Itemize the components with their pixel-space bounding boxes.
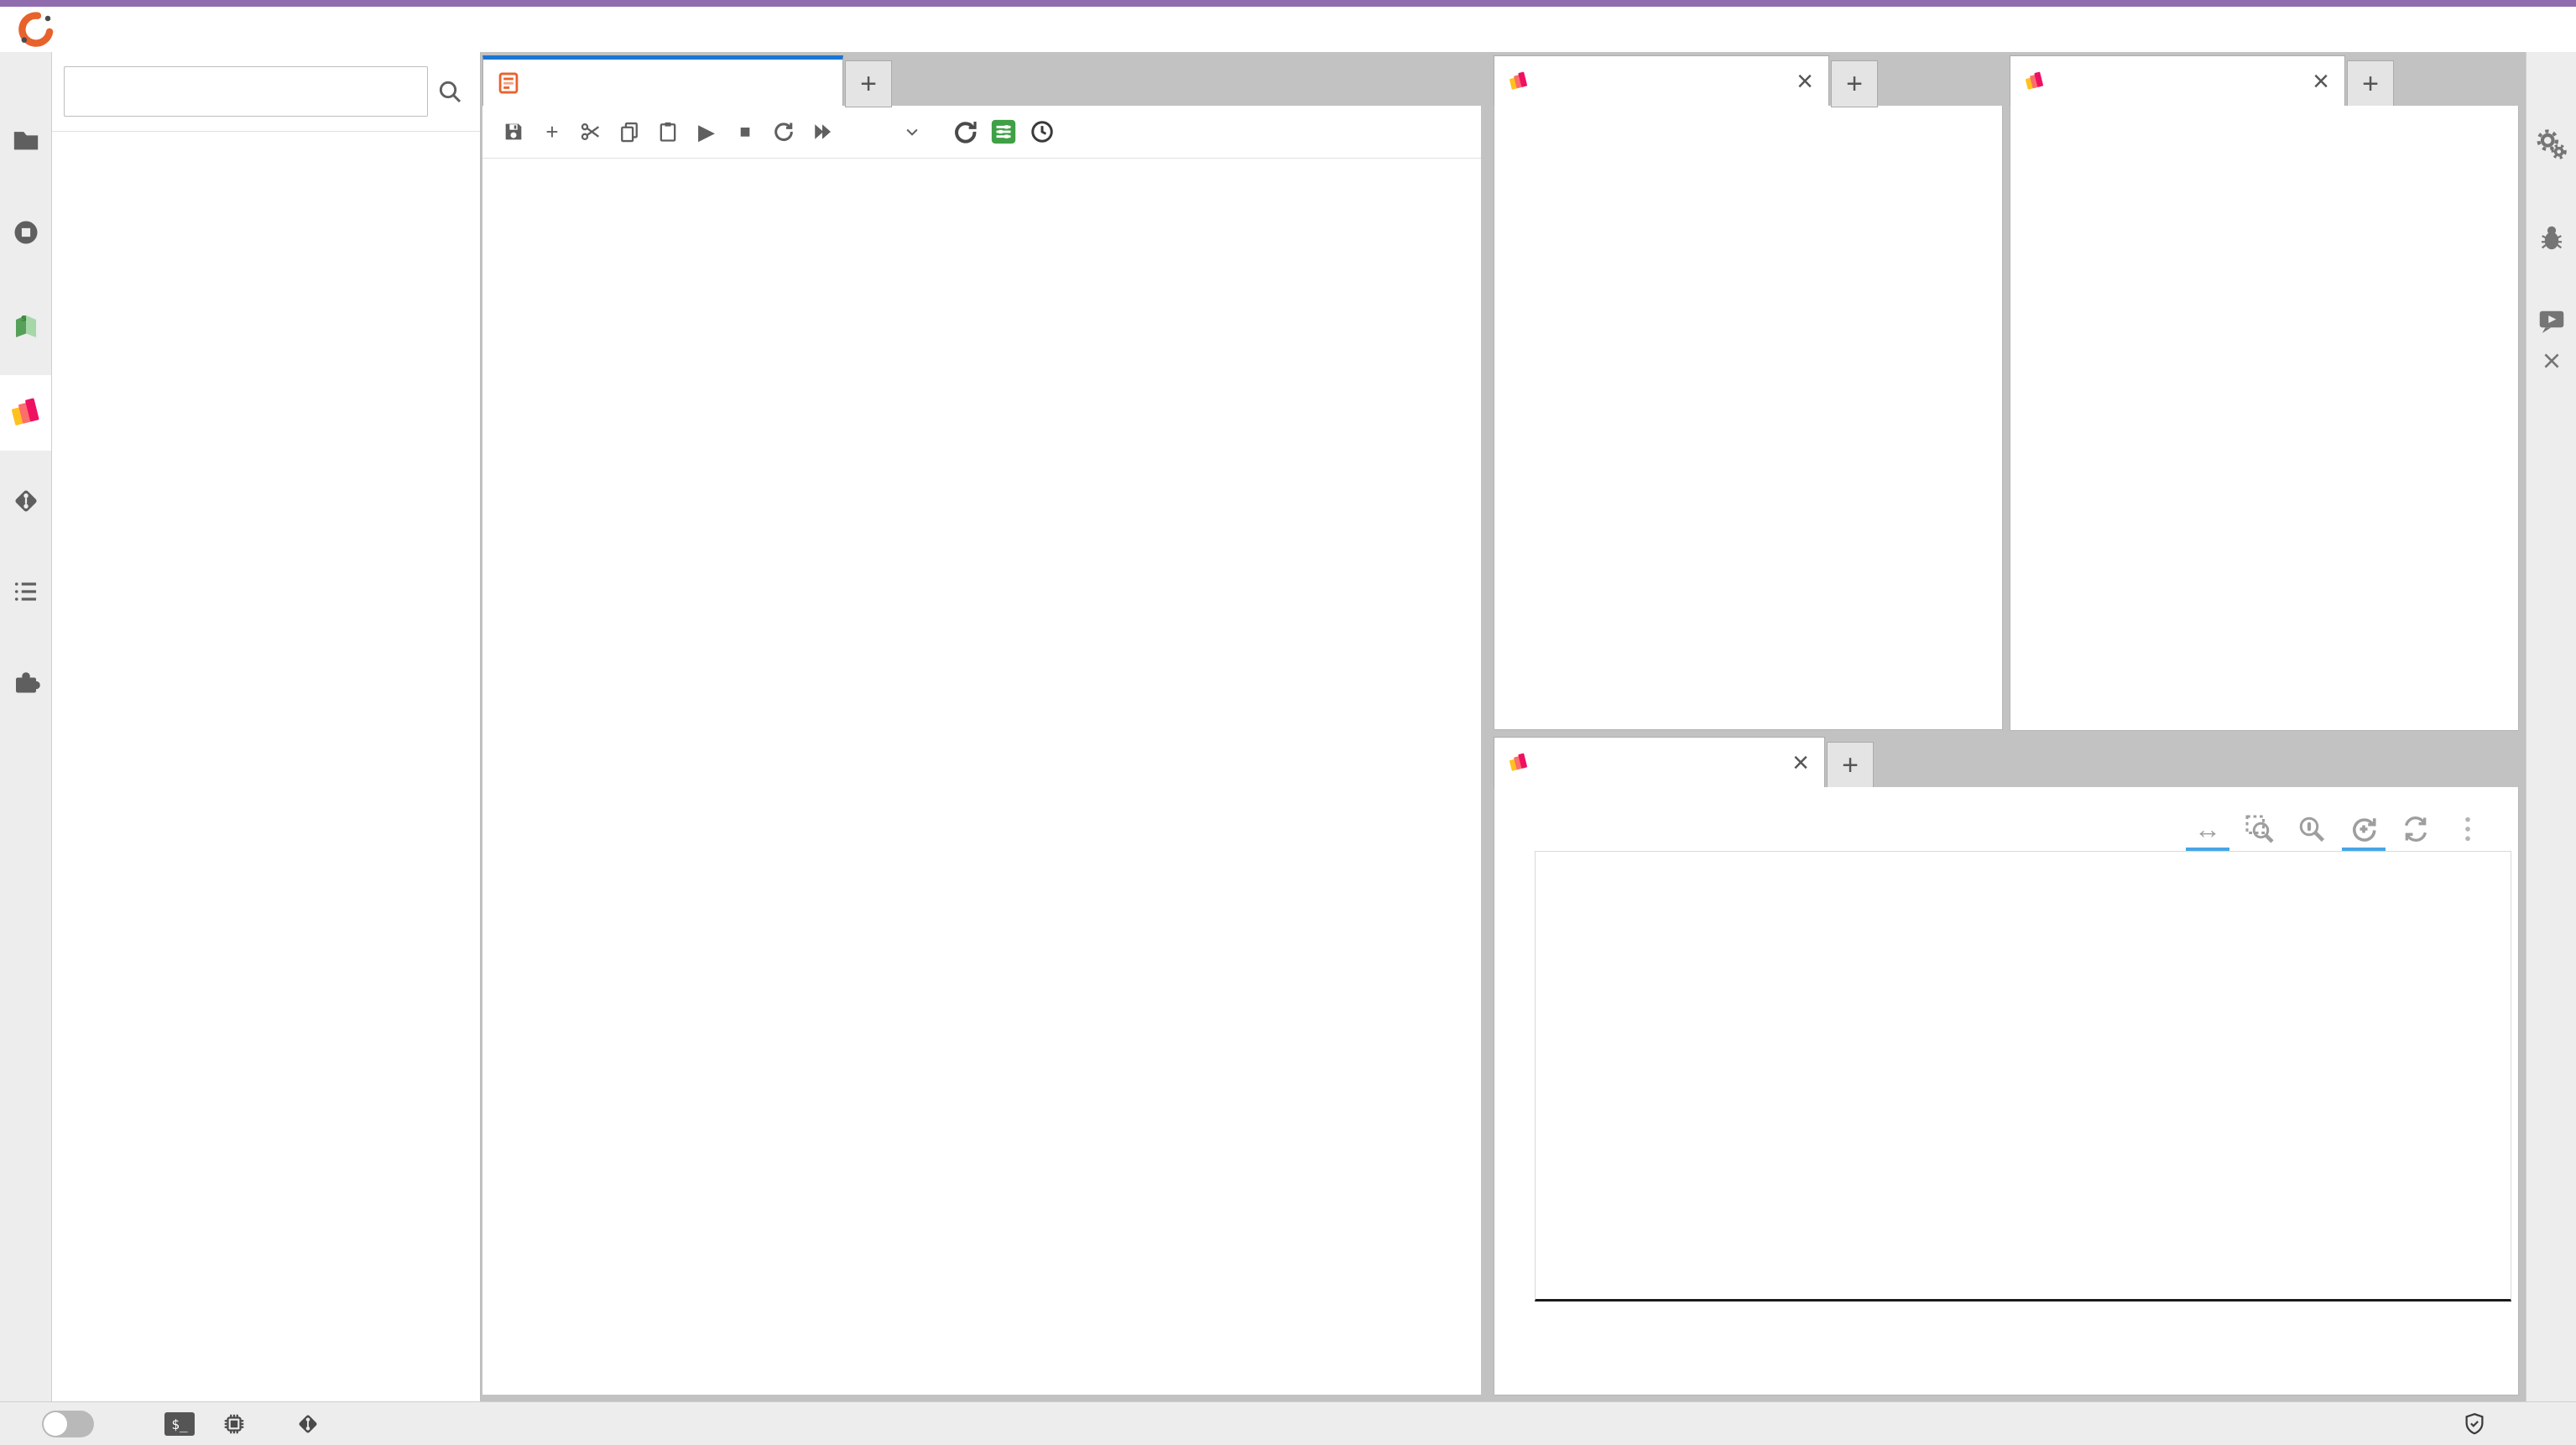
notebook-toolbar: + ▶ ■ [482,106,1481,159]
tab-dask-intro[interactable] [482,55,843,106]
task-stream-body: ↔ [1494,787,2519,1395]
save-button[interactable] [494,112,533,151]
wheel-zoom-tool-icon[interactable] [2295,812,2328,846]
chevron-down-icon [904,123,920,140]
right-activity-bar [2526,52,2576,1401]
progress-panel: × + [1494,55,2003,730]
tab-cluster-map[interactable]: × [2010,55,2345,106]
hover-tool-menu-icon[interactable] [2451,812,2485,846]
task-stream-tabbar: × + [1494,737,2519,787]
status-bar: $_ [0,1401,2576,1445]
jupyterlab-window: s [0,0,2576,1445]
close-icon[interactable]: × [1795,67,1815,96]
table-of-contents-icon[interactable] [0,562,51,621]
progress-tabbar: × + [1494,55,2003,106]
top-accent-strip [0,0,2576,7]
close-sidebar-icon[interactable] [2526,336,2576,386]
nebari-logo-icon[interactable] [12,11,60,48]
interrupt-kernel-button[interactable]: ■ [726,112,764,151]
close-icon[interactable]: × [2311,67,2331,96]
left-activity-bar: s [0,52,52,1401]
tab-task-stream[interactable]: × [1494,737,1825,787]
new-tab-button[interactable]: + [845,60,892,107]
scrapbook-icon[interactable]: s [0,295,51,354]
cluster-map-panel: × + [2010,55,2519,730]
new-tab-button[interactable]: + [1831,60,1878,107]
new-tab-button[interactable]: + [2347,60,2394,107]
menu-bar [0,7,2576,53]
dask-dashboard-buttons [52,132,480,150]
file-browser-icon[interactable] [0,111,51,170]
extension-manager-icon[interactable] [0,652,51,711]
insert-cell-button[interactable]: + [533,112,571,151]
task-stream-panel: × + ↔ [1494,737,2519,1395]
box-zoom-tool-icon[interactable] [2243,812,2276,846]
notebook-dock: + + ▶ ■ [482,55,1481,1395]
running-sessions-icon[interactable] [0,203,51,262]
dask-sidebar-icon[interactable] [0,375,51,451]
copy-cells-button[interactable] [610,112,649,151]
cluster-map-graph [2010,106,2518,730]
progress-body [1494,106,2003,730]
more-commands-button[interactable] [1431,112,1469,151]
kernel-sync-icon[interactable] [946,112,984,151]
status-left: $_ [0,1411,411,1437]
new-tab-button[interactable]: + [1827,742,1874,789]
property-inspector-icon[interactable] [2526,119,2576,170]
git-status-icon[interactable] [295,1411,321,1437]
trust-shield-icon[interactable] [2462,1411,2487,1437]
zoom-follow-tool-icon[interactable] [2347,812,2380,846]
notebook-tabbar: + [482,55,1481,106]
execution-indicator-toggle[interactable] [984,112,1023,151]
reset-tool-icon[interactable] [2399,812,2433,846]
cluster-map-tabbar: × + [2010,55,2519,106]
svg-text:s: s [21,312,27,324]
paste-cells-button[interactable] [649,112,687,151]
bokeh-toolbar: ↔ [2191,812,2485,846]
terminal-icon[interactable]: $_ [164,1412,195,1436]
task-stream-plot[interactable] [1535,851,2511,1302]
restart-kernel-button[interactable] [764,112,803,151]
run-cell-button[interactable]: ▶ [687,112,726,151]
dask-url-row [52,52,480,132]
restart-run-all-button[interactable] [803,112,842,151]
debugger-icon[interactable] [2526,213,2576,263]
dask-tab-icon [2024,70,2046,92]
pan-tool-icon[interactable]: ↔ [2191,812,2224,846]
notebook-file-icon [497,71,520,95]
notebook-cells [482,159,1481,1395]
tab-progress[interactable]: × [1494,55,1829,106]
simple-mode-toggle[interactable] [42,1411,94,1437]
execution-time-clock-icon[interactable] [1023,112,1061,151]
cluster-map-body [2010,106,2519,731]
search-icon[interactable] [428,70,472,113]
cell-type-dropdown[interactable] [857,123,920,140]
cut-cells-button[interactable] [571,112,610,151]
status-right [2427,1411,2576,1437]
dask-tab-icon [1508,752,1530,774]
close-icon[interactable]: × [1791,749,1811,777]
git-sidebar-icon[interactable] [0,472,51,530]
dask-tab-icon [1508,70,1530,92]
workspace: s [0,52,2576,1401]
dask-url-input[interactable] [64,66,428,117]
dask-dashboard-panel [52,52,481,1401]
kernel-chip-icon[interactable] [222,1411,247,1437]
